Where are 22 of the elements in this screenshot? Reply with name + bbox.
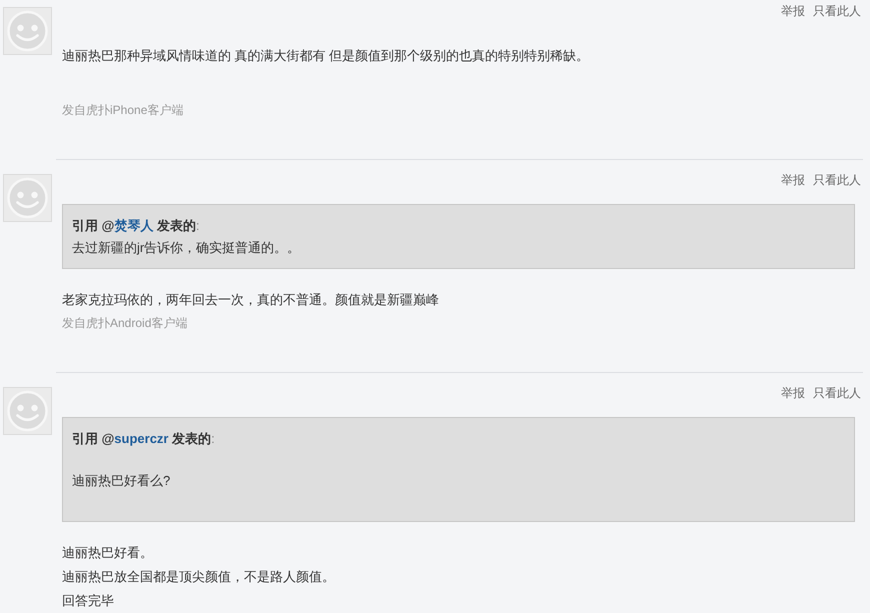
report-link[interactable]: 举报 (781, 5, 805, 17)
post-text: 老家克拉玛依的，两年回去一次，真的不普通。颜值就是新疆巅峰 (62, 291, 440, 309)
post-text: 迪丽热巴那种异域风情味道的 真的满大街都有 但是颜值到那个级别的也真的特别特别稀缺。 (62, 47, 590, 65)
quote-header: 引用 @焚琴人 发表的: (72, 217, 201, 235)
view-only-link[interactable]: 只看此人 (813, 174, 861, 186)
smiley-avatar-icon[interactable] (3, 174, 52, 222)
post-text: 迪丽热巴好看。 (62, 544, 154, 562)
report-link[interactable]: 举报 (781, 387, 805, 399)
smiley-avatar-icon[interactable] (3, 387, 52, 435)
source-text: 发自虎扑iPhone客户端 (61, 102, 184, 119)
smiley-avatar-icon[interactable] (3, 7, 52, 55)
view-only-link[interactable]: 只看此人 (813, 5, 861, 17)
post-text: 回答完毕 (62, 592, 115, 610)
report-link[interactable]: 举报 (781, 174, 805, 186)
quote-header: 引用 @superczr 发表的: (72, 430, 216, 448)
author-link[interactable]: 焚琴人 (114, 218, 154, 233)
view-only-link[interactable]: 只看此人 (813, 387, 861, 399)
source-text: 发自虎扑Android客户端 (61, 315, 188, 332)
quote-text: 去过新疆的jr告诉你，确实挺普通的。。 (72, 239, 302, 257)
quote-text: 迪丽热巴好看么? (72, 472, 172, 490)
author-link[interactable]: superczr (114, 431, 168, 446)
post-text: 迪丽热巴放全国都是顶尖颜值，不是路人颜值。 (62, 568, 336, 586)
